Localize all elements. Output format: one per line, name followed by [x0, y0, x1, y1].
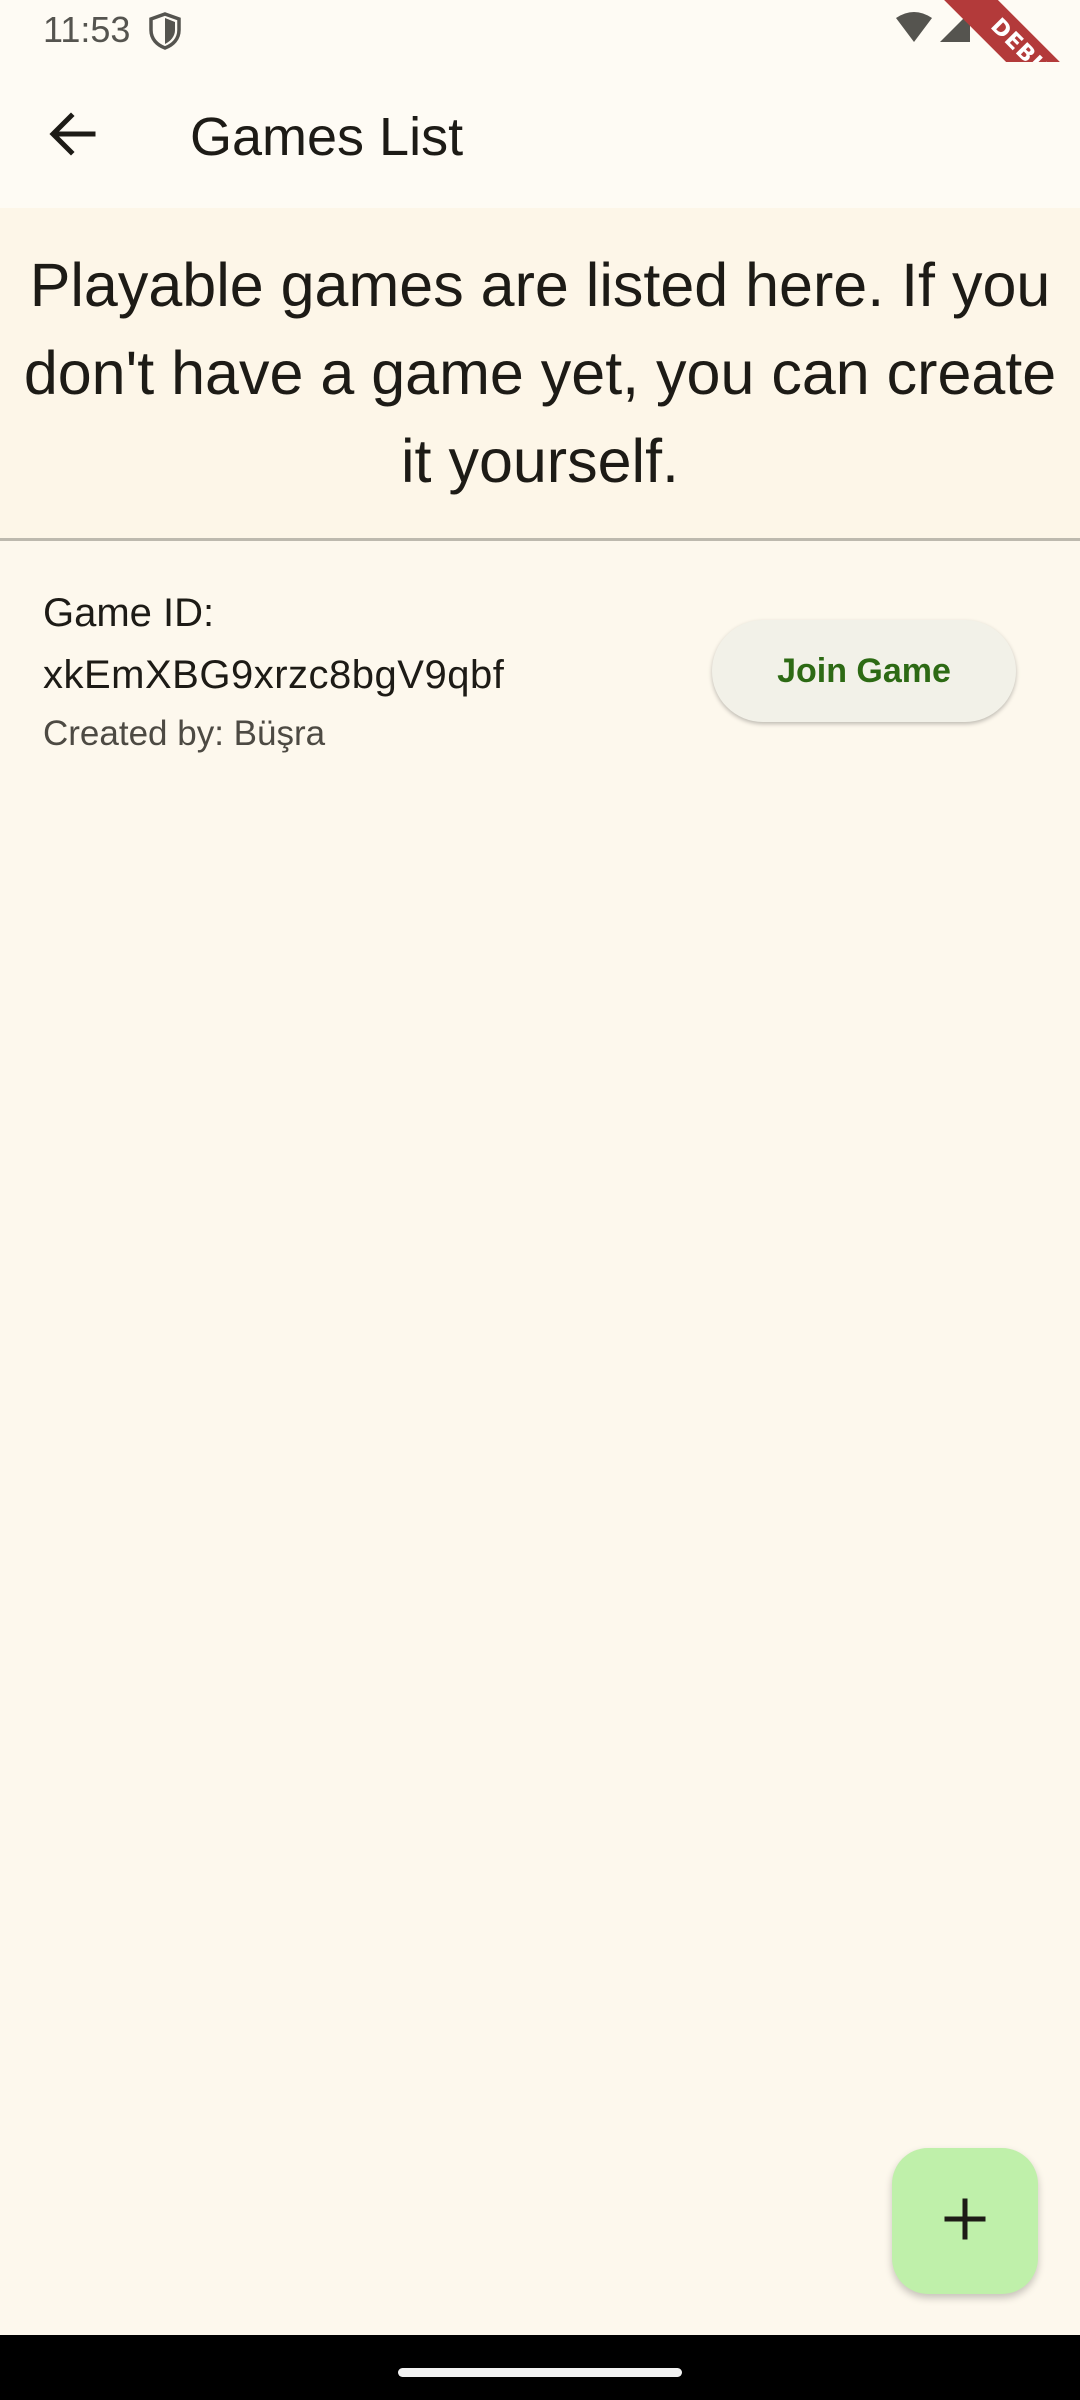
shield-icon: [148, 12, 182, 50]
game-id-value: xkEmXBG9xrzc8bgV9qbf: [43, 653, 505, 697]
status-icons: [890, 10, 1040, 50]
list-item: Game ID: xkEmXBG9xrzc8bgV9qbf Created by…: [0, 570, 1080, 770]
app-bar: Games List: [0, 62, 1080, 208]
home-indicator[interactable]: [398, 2368, 682, 2377]
arrow-back-icon: [47, 111, 97, 161]
signal-icon: [940, 12, 970, 42]
plus-icon: [943, 2197, 987, 2246]
create-game-fab[interactable]: [892, 2148, 1038, 2294]
intro-text: Playable games are listed here. If you d…: [23, 251, 1057, 495]
battery-icon: [988, 10, 1008, 44]
system-nav-bar: [0, 2335, 1080, 2400]
back-button[interactable]: [36, 100, 108, 172]
game-created-by: Created by: Büşra: [43, 714, 326, 753]
page-title: Games List: [190, 107, 464, 167]
status-bar: 11:53: [0, 0, 1080, 62]
divider: [0, 538, 1080, 541]
game-id-label: Game ID:: [43, 591, 215, 635]
intro-section: Playable games are listed here. If you d…: [0, 208, 1080, 538]
join-game-button[interactable]: Join Game: [712, 620, 1016, 722]
status-time: 11:53: [43, 9, 131, 50]
wifi-icon: [896, 12, 932, 42]
